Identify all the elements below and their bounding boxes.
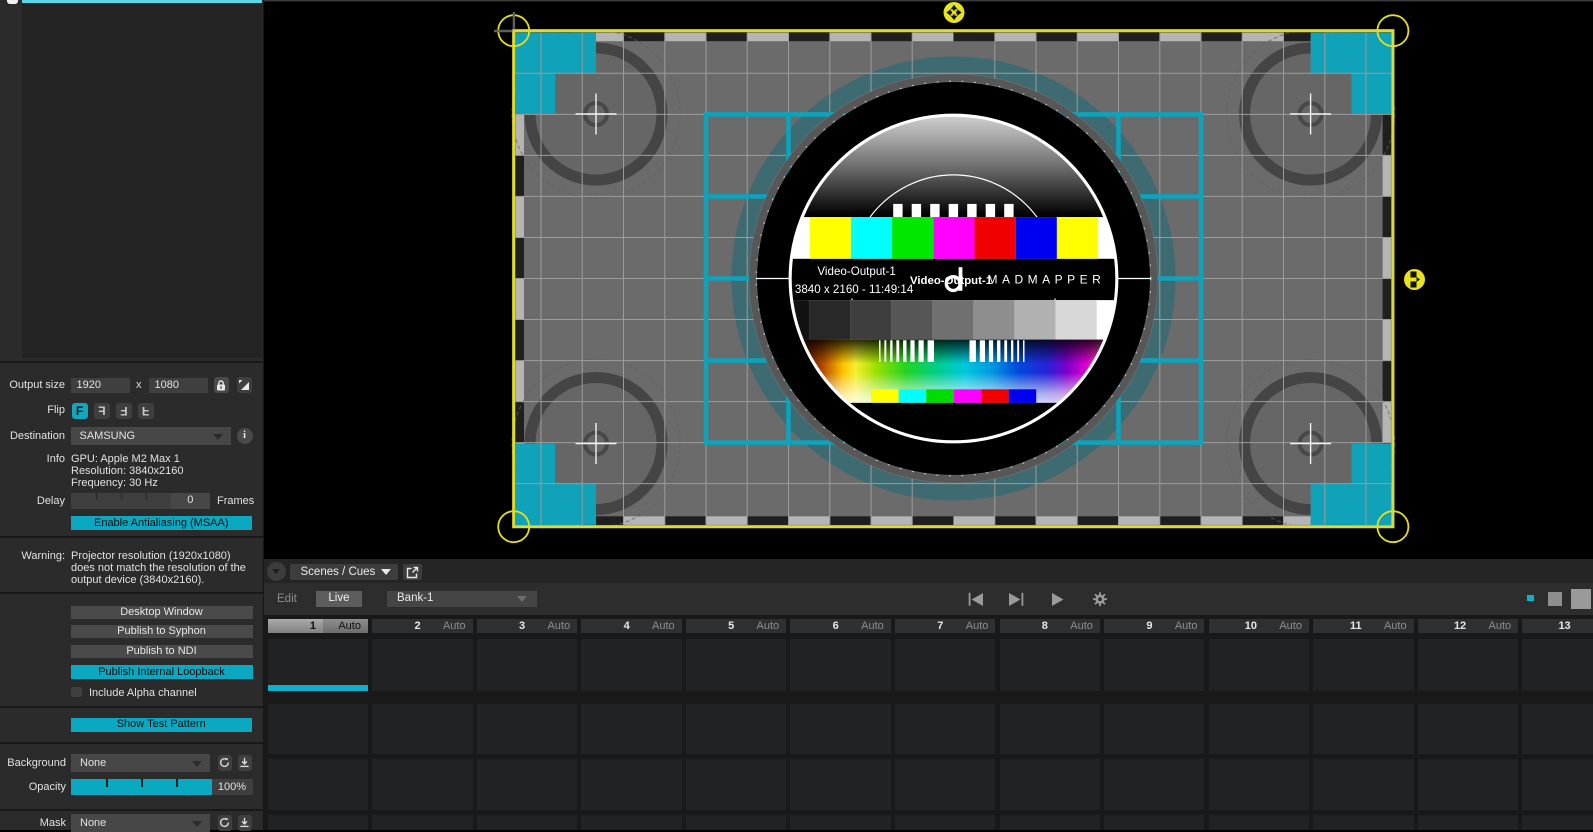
svg-text:MADMAPPER: MADMAPPER: [988, 273, 1106, 287]
svg-text:3840 x 2160 - 11:49:14: 3840 x 2160 - 11:49:14: [795, 283, 914, 296]
svg-text:Video-Output-1: Video-Output-1: [817, 265, 895, 278]
